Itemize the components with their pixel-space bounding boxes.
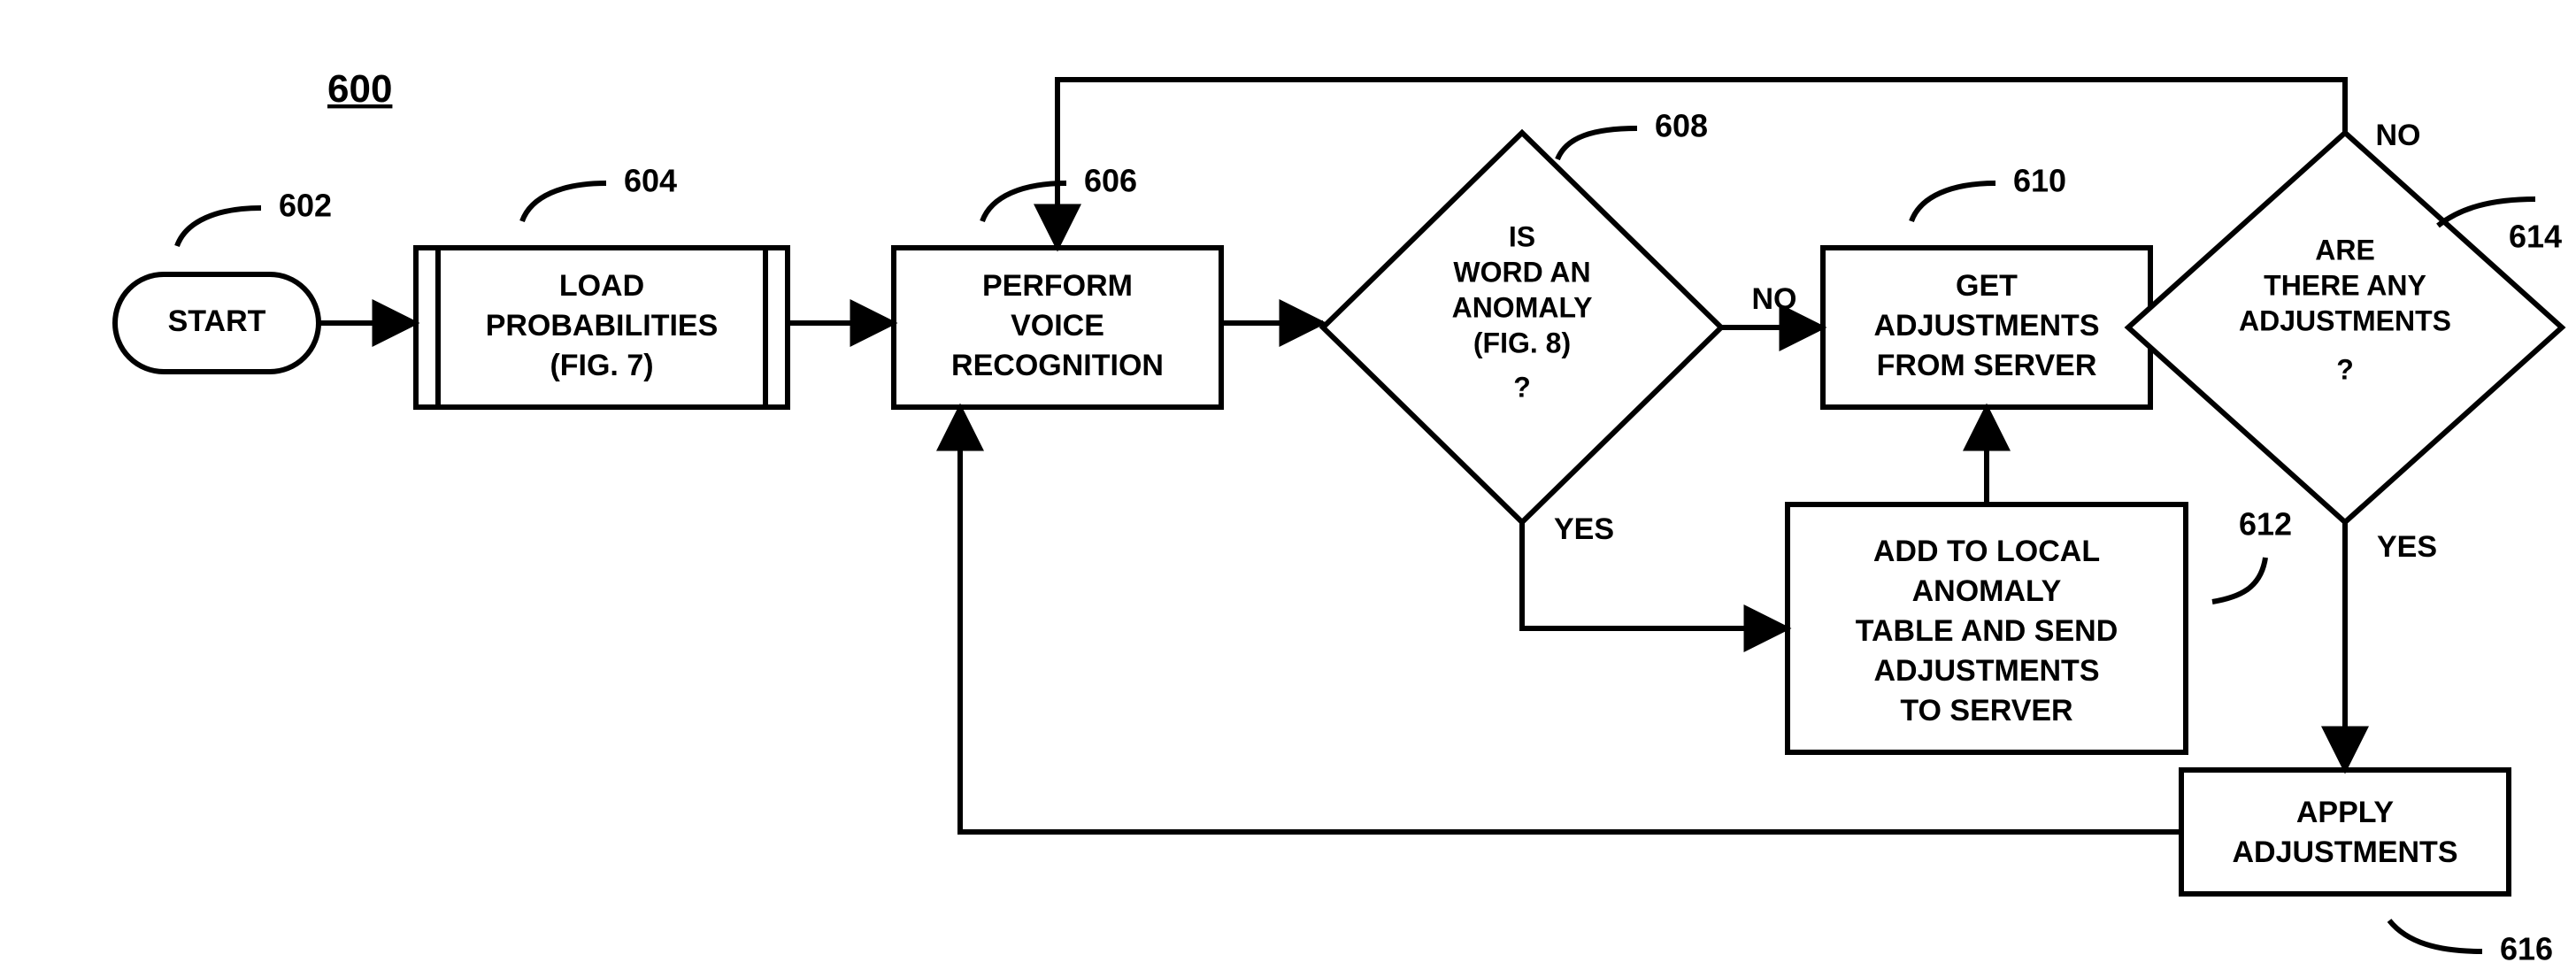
label-606: 606 — [1084, 163, 1137, 199]
edge-614-606-no — [1057, 80, 2345, 248]
node-604-line2: PROBABILITIES — [486, 309, 719, 343]
node-604-load-probabilities: LOAD PROBABILITIES (FIG. 7) — [416, 248, 788, 407]
node-610-get-adjustments: GET ADJUSTMENTS FROM SERVER — [1823, 248, 2150, 407]
node-602-start: START — [115, 274, 319, 372]
node-612-add-to-local-anomaly: ADD TO LOCAL ANOMALY TABLE AND SEND ADJU… — [1788, 504, 2186, 752]
node-612-line1: ADD TO LOCAL — [1873, 535, 2100, 568]
node-616-line2: ADJUSTMENTS — [2232, 835, 2457, 869]
node-606-line3: RECOGNITION — [951, 349, 1164, 382]
node-608-line1: IS — [1509, 220, 1535, 252]
node-610-line3: FROM SERVER — [1877, 349, 2097, 382]
node-608-is-word-anomaly: IS WORD AN ANOMALY (FIG. 8) ? — [1323, 133, 1721, 522]
node-614-line4: ? — [2336, 353, 2354, 385]
node-612-line2: ANOMALY — [1912, 574, 2062, 608]
node-612-line5: TO SERVER — [1900, 694, 2072, 728]
edge-614-no-label: NO — [2376, 119, 2421, 152]
node-616-apply-adjustments: APPLY ADJUSTMENTS — [2181, 770, 2509, 894]
figure-number: 600 — [327, 67, 392, 111]
node-608-line3: ANOMALY — [1452, 291, 1593, 323]
node-604-line1: LOAD — [559, 269, 644, 303]
node-604-line3: (FIG. 7) — [550, 349, 653, 382]
node-614-line1: ARE — [2315, 234, 2375, 266]
label-612: 612 — [2239, 506, 2292, 543]
label-602: 602 — [279, 188, 332, 224]
label-608: 608 — [1655, 108, 1708, 144]
node-606-line1: PERFORM — [982, 269, 1133, 303]
node-614-are-there-adjustments: ARE THERE ANY ADJUSTMENTS ? — [2128, 133, 2562, 522]
edge-608-610-label: NO — [1752, 282, 1797, 316]
edge-608-612-label: YES — [1554, 512, 1614, 546]
node-614-line2: THERE ANY — [2264, 269, 2426, 301]
node-608-line4: (FIG. 8) — [1473, 327, 1571, 358]
node-612-line3: TABLE AND SEND — [1856, 614, 2118, 648]
label-604: 604 — [624, 163, 677, 199]
node-614-line3: ADJUSTMENTS — [2239, 304, 2451, 336]
node-602-text: START — [168, 304, 266, 338]
label-616: 616 — [2500, 931, 2553, 967]
node-610-line1: GET — [1956, 269, 2018, 303]
node-610-line2: ADJUSTMENTS — [1873, 309, 2099, 343]
label-610: 610 — [2013, 163, 2066, 199]
node-608-line2: WORD AN — [1453, 256, 1590, 288]
node-608-line5: ? — [1513, 371, 1531, 403]
node-606-line2: VOICE — [1011, 309, 1104, 343]
edge-614-yes-label: YES — [2377, 530, 2437, 564]
label-614: 614 — [2509, 219, 2562, 255]
node-616-line1: APPLY — [2296, 796, 2395, 829]
node-612-line4: ADJUSTMENTS — [1873, 654, 2099, 688]
node-606-perform-voice-recognition: PERFORM VOICE RECOGNITION — [894, 248, 1221, 407]
